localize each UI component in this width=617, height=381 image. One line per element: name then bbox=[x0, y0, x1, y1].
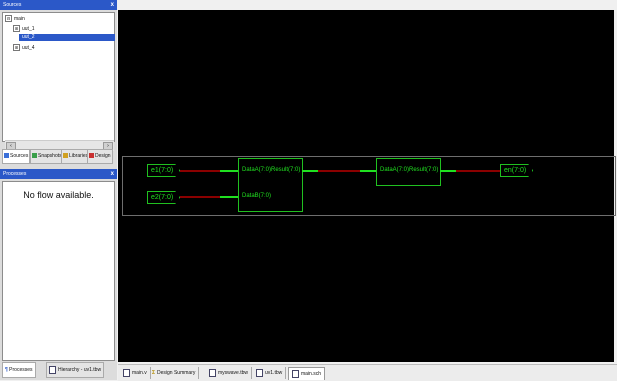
library-icon bbox=[63, 153, 68, 159]
tab-label: main.sch bbox=[301, 371, 322, 377]
wire-e1[interactable] bbox=[180, 170, 220, 172]
file-icon bbox=[292, 369, 299, 378]
output-port-en[interactable]: en(7:0) bbox=[500, 164, 534, 177]
waveform-icon bbox=[49, 365, 56, 374]
sources-title-label: Sources bbox=[3, 2, 22, 8]
input-port-e2[interactable]: e2(7:0) bbox=[147, 191, 181, 204]
tree-item-label: uut_2 bbox=[22, 34, 35, 40]
camera-icon bbox=[32, 153, 37, 159]
collapse-icon[interactable]: ⊟ bbox=[5, 15, 12, 22]
tree-item-uut4[interactable]: ⊞ uut_4 bbox=[13, 44, 35, 52]
close-icon[interactable]: x bbox=[111, 169, 114, 179]
wire-e2-stub[interactable] bbox=[220, 196, 238, 198]
tab-label: Design Summary bbox=[157, 370, 196, 376]
tree-item-label: uut_1 bbox=[22, 25, 35, 32]
pin-dataa: DataA(7:0) bbox=[242, 167, 272, 173]
tab-design-summary[interactable]: Σ Design Summary bbox=[149, 367, 200, 379]
file-icon bbox=[123, 368, 130, 377]
design-icon bbox=[89, 153, 94, 159]
tab-label: Sources bbox=[10, 153, 29, 159]
tab-label: Design bbox=[95, 153, 111, 159]
processes-icon: ¶ bbox=[5, 367, 8, 373]
document-tabs: main.v Σ Design Summary myswave.tbw uv1.t… bbox=[118, 364, 617, 381]
tab-label: main.v bbox=[132, 370, 147, 376]
sources-icon bbox=[4, 153, 9, 159]
processes-title-label: Processes bbox=[3, 171, 27, 177]
wire-out-stub[interactable] bbox=[440, 170, 456, 172]
tab-label: Processes bbox=[9, 367, 33, 373]
left-panel: Sources x ⊟ main ⊞ uut_1 uut_2 ⊞ uut_4 ‹ › … bbox=[0, 0, 117, 380]
tab-myswave[interactable]: myswave.tbw bbox=[206, 367, 253, 379]
tab-main-sch[interactable]: main.sch bbox=[288, 367, 326, 380]
tab-hierarchy[interactable]: Hierarchy - uv1.tbw bbox=[46, 362, 105, 378]
sources-tabs: Sources Snapshots Libraries Design bbox=[2, 147, 114, 165]
processes-body: No flow available. bbox=[2, 181, 115, 361]
tree-item-uut1[interactable]: ⊞ uut_1 bbox=[13, 25, 35, 33]
block-uut1[interactable]: DataA(7:0) Result(7:0) DataB(7:0) bbox=[238, 158, 303, 212]
wire-e2[interactable] bbox=[180, 196, 220, 198]
sigma-icon: Σ bbox=[152, 370, 156, 376]
processes-panel-title: Processes x bbox=[0, 169, 117, 179]
tree-item-uut2[interactable]: uut_2 bbox=[19, 34, 115, 41]
wire-mid[interactable] bbox=[318, 170, 360, 172]
close-icon[interactable]: x bbox=[111, 0, 114, 10]
wire-out[interactable] bbox=[456, 170, 500, 172]
tab-label: myswave.tbw bbox=[218, 370, 249, 376]
tab-design[interactable]: Design bbox=[87, 149, 113, 164]
waveform-icon bbox=[256, 368, 263, 377]
pin-dataa: DataA(7:0) bbox=[380, 167, 410, 173]
tab-snapshots[interactable]: Snapshots bbox=[30, 149, 64, 164]
tab-processes[interactable]: ¶ Processes bbox=[2, 362, 36, 378]
pin-datab: DataB(7:0) bbox=[242, 193, 272, 199]
wire-e1-stub[interactable] bbox=[220, 170, 238, 172]
tab-label: Hierarchy - uv1.tbw bbox=[58, 367, 102, 373]
tab-uv1[interactable]: uv1.tbw bbox=[253, 367, 287, 379]
schematic-canvas[interactable]: e1(7:0) e2(7:0) en(7:0) DataA(7:0) Resul… bbox=[118, 10, 616, 362]
pin-result: Result(7:0) bbox=[271, 167, 301, 173]
waveform-icon bbox=[209, 368, 216, 377]
tab-sources[interactable]: Sources bbox=[2, 149, 31, 164]
tree-item-label: uut_4 bbox=[22, 44, 35, 51]
wire-mid-stub-left[interactable] bbox=[302, 170, 318, 172]
pin-result: Result(7:0) bbox=[409, 167, 439, 173]
tab-libraries[interactable]: Libraries bbox=[61, 149, 91, 164]
tab-label: Libraries bbox=[69, 153, 89, 159]
tree-item-label: main bbox=[14, 15, 25, 22]
tree-item-main[interactable]: ⊟ main bbox=[5, 15, 25, 23]
input-port-e1[interactable]: e1(7:0) bbox=[147, 164, 181, 177]
block-uut2[interactable]: DataA(7:0) Result(7:0) bbox=[376, 158, 441, 186]
left-bottom-tabs: ¶ Processes Hierarchy - uv1.tbw bbox=[2, 361, 116, 378]
sources-panel-title: Sources x bbox=[0, 0, 117, 10]
expand-icon[interactable]: ⊞ bbox=[13, 25, 20, 32]
expand-icon[interactable]: ⊞ bbox=[13, 44, 20, 51]
tab-label: uv1.tbw bbox=[265, 370, 283, 376]
tab-main-v[interactable]: main.v bbox=[120, 367, 151, 379]
no-flow-message: No flow available. bbox=[23, 190, 94, 200]
schematic-frame bbox=[122, 156, 616, 216]
wire-mid-stub-right[interactable] bbox=[360, 170, 376, 172]
tab-label: Snapshots bbox=[38, 153, 62, 159]
sources-tree: ⊟ main ⊞ uut_1 uut_2 ⊞ uut_4 ‹ › bbox=[2, 12, 115, 151]
processes-panel: Processes x bbox=[0, 169, 117, 179]
